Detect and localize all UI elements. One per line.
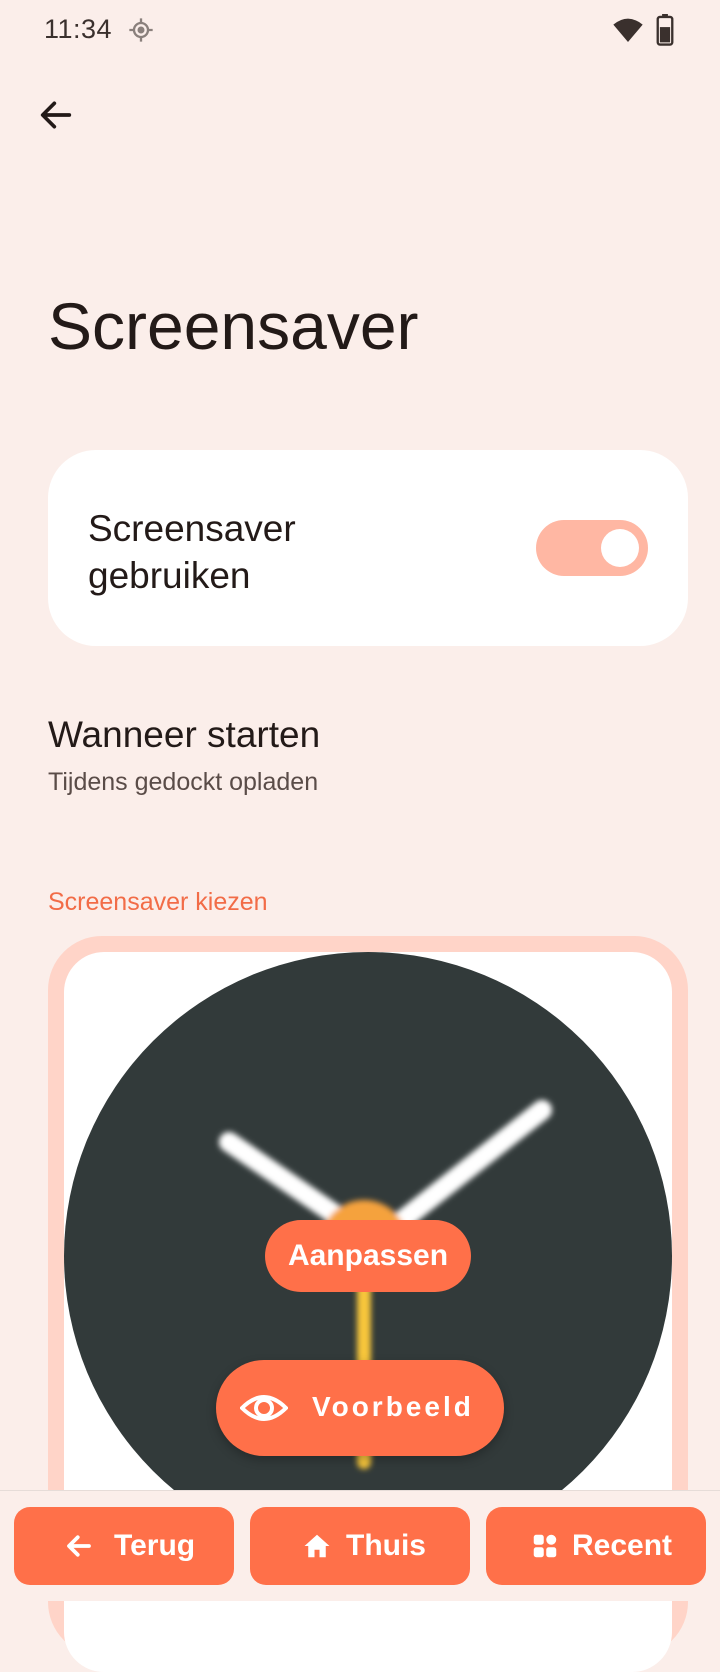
navigation-bar: Terug Thuis Recent — [0, 1490, 720, 1601]
home-icon — [304, 1534, 330, 1558]
preview-label: Voorbeeld — [312, 1391, 474, 1422]
choose-screensaver-header: Screensaver kiezen — [48, 888, 268, 916]
use-screensaver-switch[interactable] — [536, 520, 648, 576]
status-time: 11:34 — [44, 14, 113, 44]
preview-button[interactable]: Voorbeeld — [216, 1360, 504, 1456]
nav-recent-button[interactable]: Recent — [486, 1507, 706, 1585]
location-icon — [129, 18, 153, 42]
battery-icon — [656, 14, 674, 46]
nav-recent-label: Recent — [572, 1529, 673, 1562]
nav-home-label: Thuis — [346, 1529, 426, 1562]
status-bar: 11:34 — [0, 0, 720, 60]
when-to-start-title: Wanneer starten — [48, 714, 321, 755]
page-title: Screensaver — [48, 289, 419, 363]
when-to-start-row[interactable]: Wanneer starten Tijdens gedockt opladen — [48, 714, 688, 804]
back-arrow-icon[interactable] — [36, 95, 76, 135]
wifi-icon — [613, 18, 643, 42]
nav-back-label: Terug — [114, 1529, 196, 1562]
nav-back-button[interactable]: Terug — [14, 1507, 234, 1585]
customize-button[interactable]: Aanpassen — [265, 1220, 471, 1292]
recent-apps-icon — [533, 1534, 557, 1558]
arrow-left-icon — [67, 1535, 91, 1557]
when-to-start-value: Tijdens gedockt opladen — [48, 768, 319, 796]
use-screensaver-label: Screensaver gebruiken — [88, 508, 296, 596]
switch-thumb — [601, 529, 639, 567]
eye-icon — [240, 1395, 288, 1421]
use-screensaver-card[interactable]: Screensaver gebruiken — [48, 450, 688, 646]
nav-home-button[interactable]: Thuis — [250, 1507, 470, 1585]
